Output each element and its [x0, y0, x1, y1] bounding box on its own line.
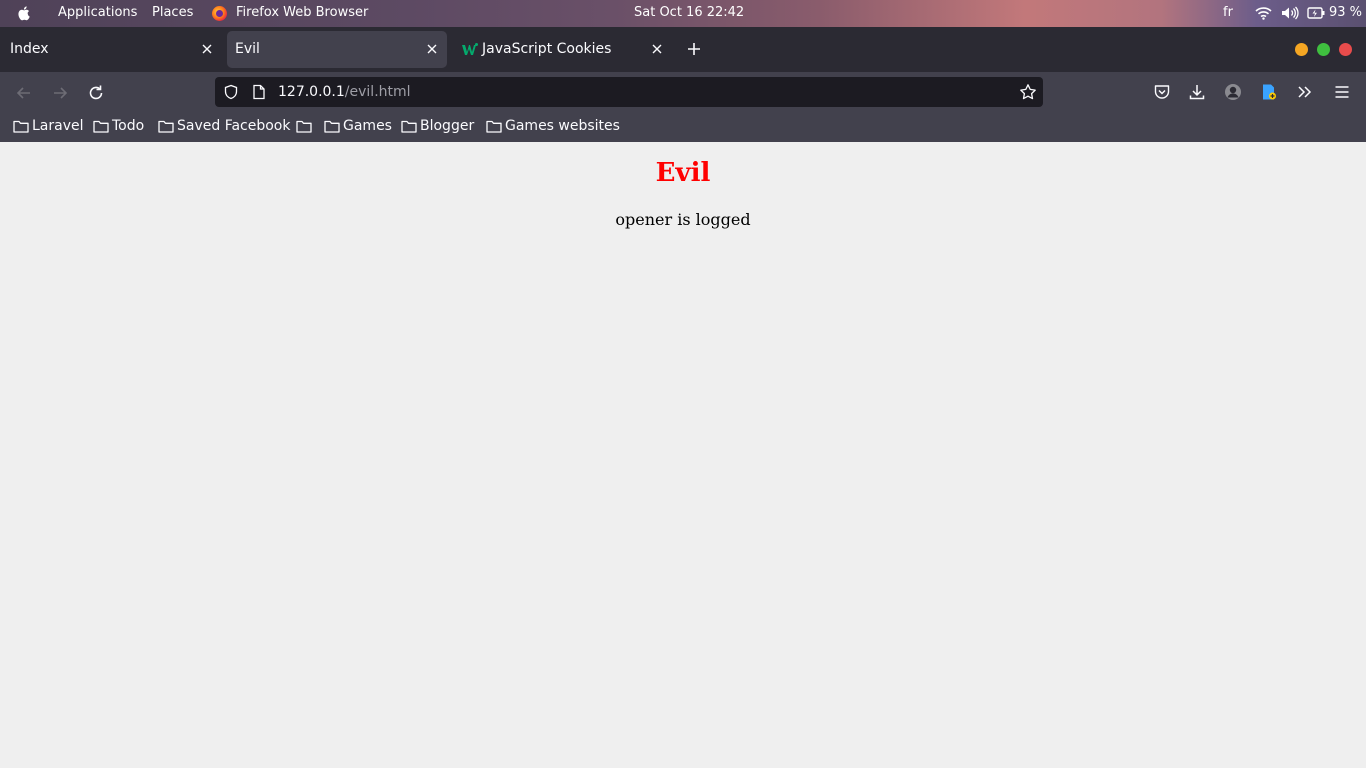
tab-label: JavaScript Cookies [482, 41, 612, 57]
clock[interactable]: Sat Oct 16 22:42 [634, 5, 744, 20]
battery-icon[interactable] [1307, 6, 1325, 20]
bookmark-label: Laravel [32, 118, 84, 134]
tab-evil[interactable]: Evil [227, 31, 447, 68]
tracking-protection-shield-icon[interactable] [223, 84, 239, 100]
tab-label: Evil [235, 41, 260, 57]
folder-icon [486, 120, 502, 133]
page-heading: Evil [655, 158, 711, 188]
account-avatar-icon[interactable] [1224, 83, 1242, 101]
wifi-icon[interactable] [1255, 6, 1272, 20]
folder-icon [401, 120, 417, 133]
back-arrow-icon[interactable] [15, 84, 33, 102]
page-content: Evil opener is logged [0, 142, 1366, 768]
bookmark-star-icon[interactable] [1019, 83, 1037, 101]
page-info-icon[interactable] [252, 84, 266, 100]
tab-javascript-cookies[interactable]: JavaScript Cookies [450, 31, 674, 68]
firefox-icon [212, 6, 227, 21]
url-text[interactable]: 127.0.0.1/evil.html [278, 84, 411, 100]
volume-icon[interactable] [1281, 6, 1299, 20]
tab-strip: Index Evil JavaScript Cookies [0, 27, 1366, 72]
menu-applications[interactable]: Applications [58, 5, 137, 20]
navigation-toolbar: 127.0.0.1/evil.html [0, 72, 1366, 112]
close-icon[interactable] [425, 42, 439, 56]
folder-icon [324, 120, 340, 133]
apple-logo-icon[interactable] [15, 4, 33, 22]
keyboard-layout[interactable]: fr [1223, 5, 1233, 20]
url-host: 127.0.0.1 [278, 84, 345, 100]
minimize-window-button[interactable] [1295, 43, 1308, 56]
w3schools-icon [462, 43, 478, 55]
bookmarks-toolbar: Laravel Todo Saved Facebook Games Blogge… [0, 112, 1366, 142]
bookmark-label: Blogger [420, 118, 475, 134]
battery-percent[interactable]: 93 % [1329, 5, 1362, 20]
close-window-button[interactable] [1339, 43, 1352, 56]
url-path: /evil.html [344, 84, 411, 100]
bookmark-label: Games websites [505, 118, 620, 134]
address-bar[interactable]: 127.0.0.1/evil.html [215, 77, 1043, 107]
folder-icon [296, 120, 312, 133]
hamburger-menu-icon[interactable] [1333, 83, 1351, 101]
new-tab-plus-icon[interactable] [686, 41, 702, 57]
folder-icon [93, 120, 109, 133]
overflow-chevron-icon[interactable] [1296, 83, 1314, 101]
extension-icon[interactable] [1260, 83, 1278, 101]
menu-places[interactable]: Places [152, 5, 193, 20]
tab-index[interactable]: Index [0, 31, 224, 68]
folder-icon [13, 120, 29, 133]
close-icon[interactable] [200, 42, 214, 56]
bookmark-label: Saved Facebook [177, 118, 291, 134]
forward-arrow-icon[interactable] [51, 84, 69, 102]
active-app-name[interactable]: Firefox Web Browser [236, 5, 368, 20]
tab-label: Index [10, 41, 49, 57]
bookmark-label: Todo [112, 118, 145, 134]
maximize-window-button[interactable] [1317, 43, 1330, 56]
reload-icon[interactable] [87, 84, 105, 102]
pocket-icon[interactable] [1153, 83, 1171, 101]
folder-icon [158, 120, 174, 133]
downloads-icon[interactable] [1188, 83, 1206, 101]
page-message: opener is logged [615, 210, 751, 229]
system-top-bar: Applications Places Firefox Web Browser … [0, 0, 1366, 27]
close-icon[interactable] [650, 42, 664, 56]
bookmark-label: Games [343, 118, 392, 134]
